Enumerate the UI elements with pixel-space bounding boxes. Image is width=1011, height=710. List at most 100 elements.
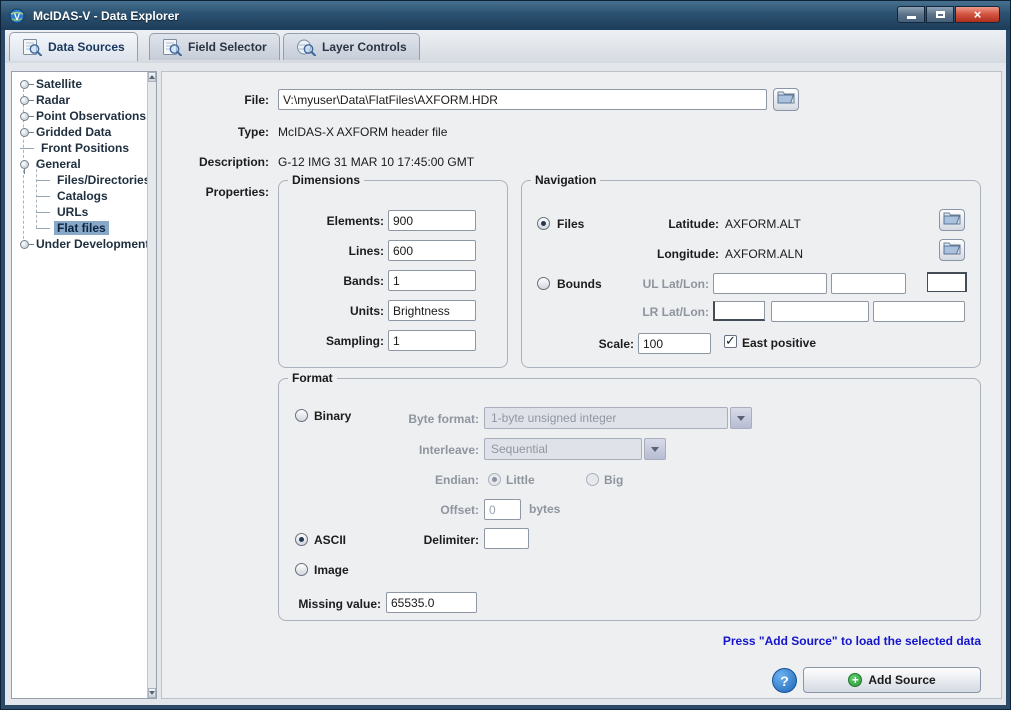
latitude-label: Latitude: <box>639 216 719 232</box>
titlebar: V McIDAS-V - Data Explorer × <box>1 1 1010 30</box>
tree-item-satellite[interactable]: Satellite <box>12 76 142 92</box>
longitude-value: AXFORM.ALN <box>725 246 803 262</box>
tree-item-front-positions[interactable]: Front Positions <box>12 140 142 156</box>
chevron-down-icon[interactable] <box>730 407 752 429</box>
scrollbar-up-icon[interactable] <box>148 72 156 82</box>
tab-layer-controls[interactable]: Layer Controls <box>283 33 420 60</box>
tree-toggle-icon[interactable] <box>20 160 29 169</box>
tree-scrollbar[interactable] <box>147 72 156 698</box>
tree-item-general[interactable]: General <box>12 156 142 172</box>
tree-toggle-icon[interactable] <box>20 112 29 121</box>
folder-icon <box>943 211 961 230</box>
chevron-down-icon[interactable] <box>644 438 666 460</box>
tree-item-gridded-data[interactable]: Gridded Data <box>12 124 142 140</box>
close-button[interactable]: × <box>955 6 1000 23</box>
elements-label: Elements: <box>286 213 384 229</box>
delimiter-label: Delimiter: <box>389 532 479 548</box>
tab-data-sources[interactable]: Data Sources <box>9 32 138 61</box>
latitude-browse-button[interactable] <box>939 209 965 231</box>
tree-item-under-development[interactable]: Under Development <box>12 236 142 252</box>
interleave-label: Interleave: <box>389 442 479 458</box>
field-selector-tab-icon <box>162 38 182 56</box>
tree-item-point-observations[interactable]: Point Observations <box>12 108 142 124</box>
elements-input[interactable] <box>388 210 476 231</box>
scale-input[interactable] <box>638 333 711 354</box>
folder-icon <box>777 90 795 109</box>
image-radio[interactable] <box>295 563 308 576</box>
byte-format-combo[interactable]: 1-byte unsigned integer <box>484 407 752 429</box>
units-input[interactable] <box>388 300 476 321</box>
endian-big-label: Big <box>604 472 623 488</box>
tree-item-urls[interactable]: URLs <box>12 204 142 220</box>
ul-lon-input[interactable] <box>831 273 906 294</box>
lines-input[interactable] <box>388 240 476 261</box>
tree-item-label: Under Development <box>33 237 152 251</box>
bands-label: Bands: <box>286 273 384 289</box>
byte-format-value: 1-byte unsigned integer <box>484 407 728 429</box>
sampling-input[interactable] <box>388 330 476 351</box>
source-type-tree: Satellite Radar Point Observations Gridd… <box>11 71 157 699</box>
bounds-radio[interactable] <box>537 277 550 290</box>
ul-corner-indicator <box>927 272 967 292</box>
tree-item-files-directories[interactable]: Files/Directories <box>12 172 142 188</box>
scale-label: Scale: <box>576 336 634 352</box>
help-button[interactable]: ? <box>772 668 797 693</box>
add-icon: + <box>848 673 862 687</box>
lr-lat-input[interactable] <box>771 301 869 322</box>
east-positive-label: East positive <box>742 335 816 351</box>
tree-leaf-line <box>36 180 50 181</box>
tree-leaf-line <box>36 212 50 213</box>
format-group-title: Format <box>288 371 337 386</box>
svg-text:V: V <box>14 12 20 22</box>
bands-input[interactable] <box>388 270 476 291</box>
minimize-icon <box>907 16 916 19</box>
app-icon: V <box>9 8 25 24</box>
file-browse-button[interactable] <box>773 88 799 111</box>
binary-radio[interactable] <box>295 409 308 422</box>
files-radio-label: Files <box>557 216 584 232</box>
tree-item-radar[interactable]: Radar <box>12 92 142 108</box>
units-label: Units: <box>286 303 384 319</box>
tree-item-label: Catalogs <box>54 189 111 203</box>
scrollbar-down-icon[interactable] <box>148 688 156 698</box>
tree-leaf-line <box>20 148 34 149</box>
files-radio[interactable] <box>537 217 550 230</box>
maximize-icon <box>936 11 945 18</box>
missing-value-input[interactable] <box>386 592 477 613</box>
mcidas-window: V McIDAS-V - Data Explorer × Data Source… <box>0 0 1011 710</box>
lr-lon-input[interactable] <box>873 301 965 322</box>
endian-big-radio[interactable] <box>586 473 599 486</box>
tabbar: Data Sources Field Selector Layer Contro… <box>5 30 1006 64</box>
tab-field-selector[interactable]: Field Selector <box>149 33 280 60</box>
file-label: File: <box>171 92 269 108</box>
data-sources-tab-icon <box>22 38 42 56</box>
longitude-label: Longitude: <box>639 246 719 262</box>
tree-toggle-icon[interactable] <box>20 80 29 89</box>
tree-toggle-icon[interactable] <box>20 96 29 105</box>
tree-item-flat-files[interactable]: Flat files <box>12 220 142 236</box>
tree-item-catalogs[interactable]: Catalogs <box>12 188 142 204</box>
tree-item-label: Files/Directories <box>54 173 153 187</box>
maximize-button[interactable] <box>926 6 954 23</box>
add-source-button[interactable]: + Add Source <box>803 667 981 693</box>
delimiter-input[interactable] <box>484 528 529 549</box>
file-path-input[interactable] <box>278 89 767 110</box>
endian-little-radio[interactable] <box>488 473 501 486</box>
endian-label: Endian: <box>389 472 479 488</box>
longitude-browse-button[interactable] <box>939 239 965 261</box>
missing-value-label: Missing value: <box>281 596 381 612</box>
type-label: Type: <box>171 124 269 140</box>
tree-leaf-line <box>36 228 50 229</box>
interleave-combo[interactable]: Sequential <box>484 438 666 460</box>
ascii-radio[interactable] <box>295 533 308 546</box>
tree-toggle-icon[interactable] <box>20 240 29 249</box>
minimize-button[interactable] <box>897 6 925 23</box>
ul-lat-input[interactable] <box>713 273 827 294</box>
tree-item-label: General <box>33 157 84 171</box>
tree-item-label: Point Observations <box>33 109 149 123</box>
east-positive-checkbox[interactable] <box>724 335 737 348</box>
offset-input[interactable] <box>484 499 521 520</box>
tree-toggle-icon[interactable] <box>20 128 29 137</box>
interleave-value: Sequential <box>484 438 642 460</box>
lr-latlon-label: LR Lat/Lon: <box>629 304 709 320</box>
